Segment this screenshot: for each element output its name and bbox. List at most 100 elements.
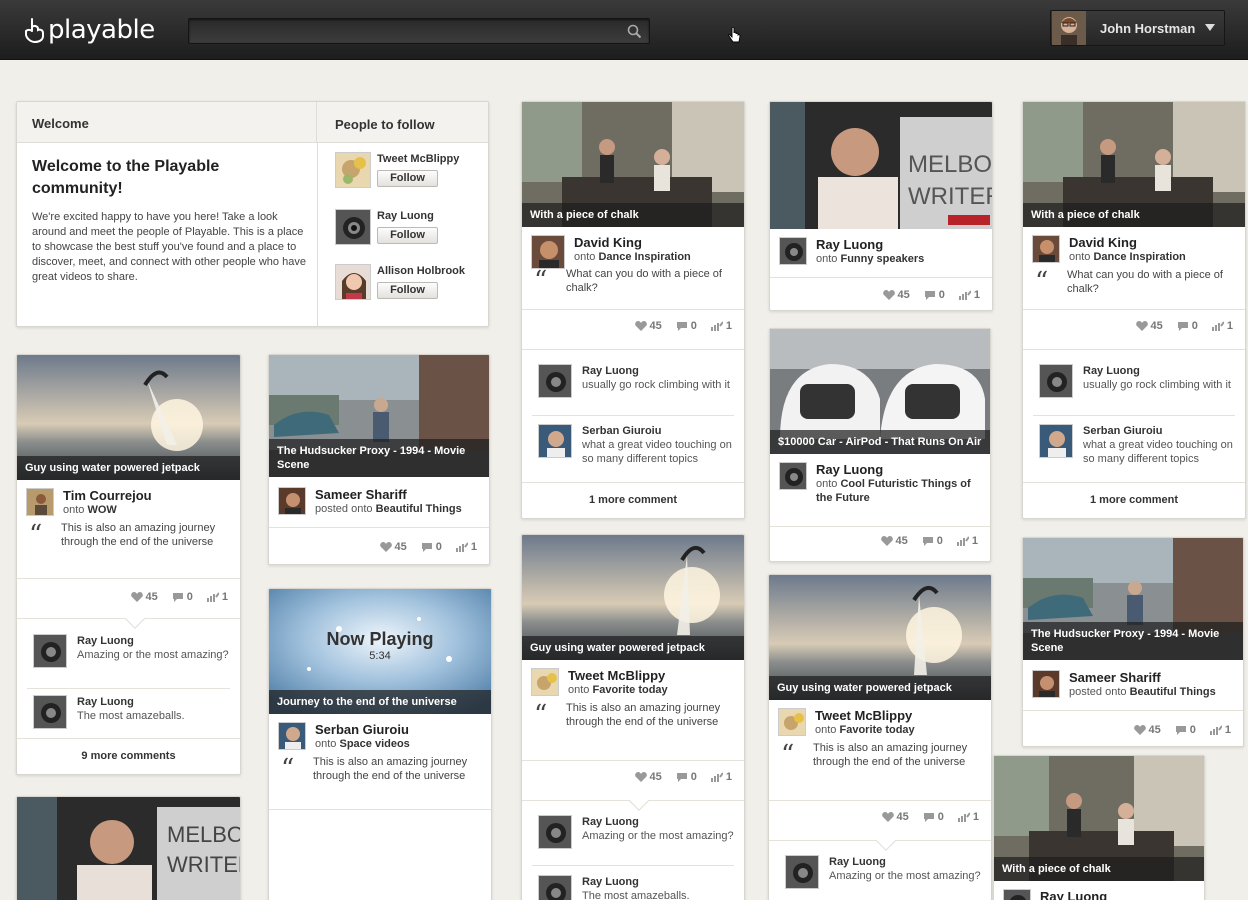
author-name[interactable]: David King bbox=[1069, 235, 1186, 250]
avatar[interactable] bbox=[335, 209, 371, 245]
avatar[interactable] bbox=[33, 695, 67, 729]
avatar[interactable] bbox=[278, 722, 306, 750]
like-button[interactable]: 45 bbox=[882, 289, 910, 301]
user-name[interactable]: John Horstman bbox=[1100, 21, 1195, 36]
avatar[interactable] bbox=[531, 668, 559, 696]
commenter-name[interactable]: Ray Luong bbox=[1083, 364, 1231, 378]
board-link[interactable]: Funny speakers bbox=[840, 253, 924, 265]
like-button[interactable]: 45 bbox=[881, 811, 909, 823]
board-link[interactable]: Cool Futuristic Things of the Future bbox=[816, 478, 971, 504]
avatar[interactable] bbox=[33, 634, 67, 668]
avatar[interactable] bbox=[1032, 235, 1060, 263]
share-button[interactable]: 1 bbox=[956, 535, 978, 547]
commenter-name[interactable]: Serban Giuroiu bbox=[582, 424, 734, 438]
avatar[interactable] bbox=[779, 237, 807, 265]
follow-button[interactable]: Follow bbox=[377, 170, 438, 187]
share-button[interactable]: 1 bbox=[1209, 724, 1231, 736]
avatar[interactable] bbox=[26, 488, 54, 516]
comment-button[interactable]: 0 bbox=[1177, 320, 1198, 332]
comment-button[interactable]: 0 bbox=[923, 811, 944, 823]
video-thumbnail[interactable]: With a piece of chalk bbox=[522, 102, 744, 227]
board-link[interactable]: WOW bbox=[87, 504, 116, 516]
share-button[interactable]: 1 bbox=[1211, 320, 1233, 332]
search-box[interactable] bbox=[188, 18, 650, 44]
video-thumbnail[interactable]: Guy using water powered jetpack bbox=[17, 355, 240, 480]
video-thumbnail[interactable]: The Hudsucker Proxy - 1994 - Movie Scene bbox=[269, 355, 489, 477]
board-link[interactable]: Beautiful Things bbox=[376, 503, 462, 515]
like-button[interactable]: 45 bbox=[880, 535, 908, 547]
person-name[interactable]: Allison Holbrook bbox=[377, 264, 465, 278]
person-name[interactable]: Tweet McBlippy bbox=[377, 152, 459, 166]
avatar[interactable] bbox=[1039, 364, 1073, 398]
avatar[interactable] bbox=[278, 487, 306, 515]
avatar[interactable] bbox=[1032, 670, 1060, 698]
comment-button[interactable]: 0 bbox=[421, 541, 442, 553]
comment-button[interactable]: 0 bbox=[924, 289, 945, 301]
author-name[interactable]: Tweet McBlippy bbox=[815, 708, 915, 723]
author-name[interactable]: Ray Luong bbox=[816, 462, 976, 477]
avatar[interactable] bbox=[1003, 889, 1031, 900]
commenter-name[interactable]: Ray Luong bbox=[582, 815, 734, 829]
share-button[interactable]: 1 bbox=[958, 289, 980, 301]
share-button[interactable]: 1 bbox=[957, 811, 979, 823]
board-link[interactable]: Space videos bbox=[339, 738, 409, 750]
board-link[interactable]: Favorite today bbox=[839, 724, 914, 736]
video-player[interactable]: Now Playing 5:34 Journey to the end of t… bbox=[269, 589, 491, 714]
comment-button[interactable]: 0 bbox=[1175, 724, 1196, 736]
commenter-name[interactable]: Ray Luong bbox=[829, 855, 981, 869]
share-button[interactable]: 1 bbox=[710, 320, 732, 332]
share-button[interactable]: 1 bbox=[206, 591, 228, 603]
avatar[interactable] bbox=[538, 364, 572, 398]
avatar[interactable] bbox=[538, 424, 572, 458]
avatar[interactable] bbox=[335, 152, 371, 188]
video-thumbnail[interactable]: Guy using water powered jetpack bbox=[769, 575, 991, 700]
video-thumbnail[interactable]: Guy using water powered jetpack bbox=[522, 535, 744, 660]
person-name[interactable]: Ray Luong bbox=[377, 209, 438, 223]
commenter-name[interactable]: Ray Luong bbox=[77, 634, 229, 648]
comment-button[interactable]: 0 bbox=[922, 535, 943, 547]
avatar[interactable] bbox=[538, 815, 572, 849]
author-name[interactable]: Tim Courrejou bbox=[63, 488, 152, 503]
share-button[interactable]: 1 bbox=[710, 771, 732, 783]
avatar[interactable] bbox=[779, 462, 807, 490]
commenter-name[interactable]: Ray Luong bbox=[582, 364, 730, 378]
like-button[interactable]: 45 bbox=[1133, 724, 1161, 736]
commenter-name[interactable]: Ray Luong bbox=[77, 695, 185, 709]
follow-button[interactable]: Follow bbox=[377, 227, 438, 244]
like-button[interactable]: 45 bbox=[634, 320, 662, 332]
avatar[interactable] bbox=[531, 235, 565, 269]
like-button[interactable]: 45 bbox=[1135, 320, 1163, 332]
user-menu[interactable]: John Horstman bbox=[1050, 10, 1225, 46]
board-link[interactable]: Favorite today bbox=[592, 684, 667, 696]
avatar[interactable] bbox=[335, 264, 371, 300]
comment-button[interactable]: 0 bbox=[676, 320, 697, 332]
more-comments-link[interactable]: 1 more comment bbox=[1023, 494, 1245, 506]
author-name[interactable]: Sameer Shariff bbox=[315, 487, 462, 502]
author-name[interactable]: Ray Luong bbox=[1040, 889, 1107, 900]
like-button[interactable]: 45 bbox=[130, 591, 158, 603]
follow-button[interactable]: Follow bbox=[377, 282, 438, 299]
video-thumbnail[interactable]: $10000 Car - AirPod - That Runs On Air bbox=[770, 329, 990, 454]
playable-logo[interactable]: playable bbox=[24, 14, 155, 46]
video-thumbnail[interactable]: MELBOU WRITER bbox=[17, 797, 240, 900]
author-name[interactable]: David King bbox=[574, 235, 691, 250]
comment-button[interactable]: 0 bbox=[676, 771, 697, 783]
search-icon[interactable] bbox=[627, 24, 642, 39]
video-thumbnail[interactable]: With a piece of chalk bbox=[994, 756, 1204, 881]
like-button[interactable]: 45 bbox=[379, 541, 407, 553]
more-comments-link[interactable]: 1 more comment bbox=[522, 494, 744, 506]
video-thumbnail[interactable]: With a piece of chalk bbox=[1023, 102, 1245, 227]
author-name[interactable]: Tweet McBlippy bbox=[568, 668, 668, 683]
share-button[interactable]: 1 bbox=[455, 541, 477, 553]
author-name[interactable]: Serban Giuroiu bbox=[315, 722, 410, 737]
commenter-name[interactable]: Ray Luong bbox=[582, 875, 690, 889]
like-button[interactable]: 45 bbox=[634, 771, 662, 783]
user-avatar[interactable] bbox=[1052, 11, 1086, 45]
avatar[interactable] bbox=[778, 708, 806, 736]
commenter-name[interactable]: Serban Giuroiu bbox=[1083, 424, 1235, 438]
comment-button[interactable]: 0 bbox=[172, 591, 193, 603]
board-link[interactable]: Dance Inspiration bbox=[598, 251, 690, 263]
search-input[interactable] bbox=[189, 19, 649, 43]
author-name[interactable]: Sameer Shariff bbox=[1069, 670, 1216, 685]
more-comments-link[interactable]: 9 more comments bbox=[17, 750, 240, 762]
